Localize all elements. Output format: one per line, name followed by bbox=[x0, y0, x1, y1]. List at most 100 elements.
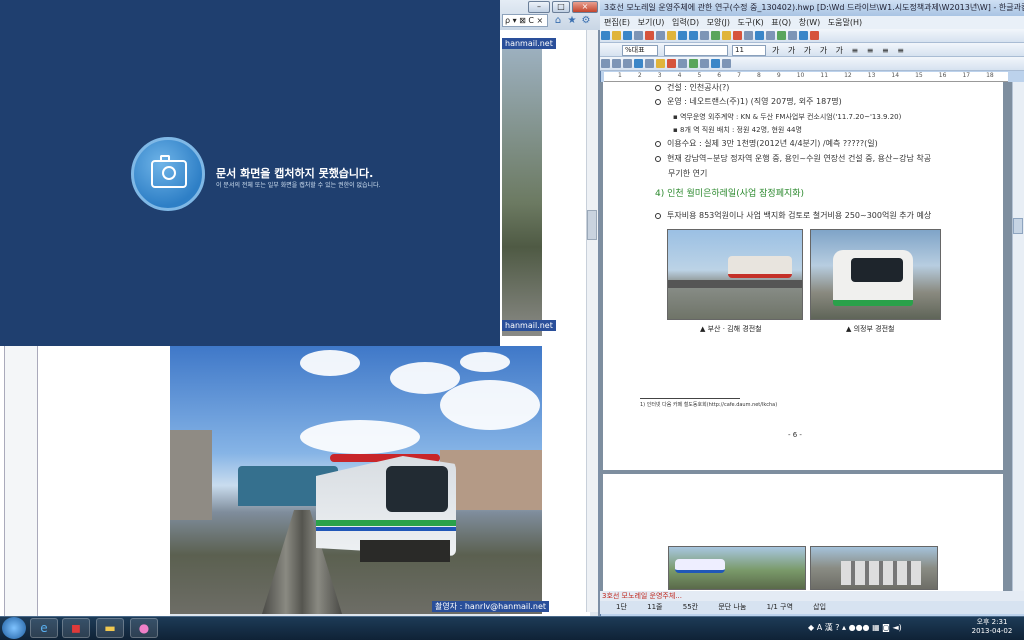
redo-icon[interactable] bbox=[689, 31, 698, 40]
menu-view[interactable]: 보기(U) bbox=[638, 18, 665, 27]
doc-text: 역무운영 외주계약 : KN & 두산 FM사업부 컨소시엄('11.7.20~… bbox=[679, 113, 902, 121]
system-tray[interactable]: ◆ A 漢 ? ▴ ●●● ▦ ◙ ◄) bbox=[808, 620, 902, 636]
watermark-top: hanmail.net bbox=[502, 38, 556, 49]
train-thumbnail bbox=[675, 559, 725, 573]
tool-icon[interactable] bbox=[777, 31, 786, 40]
photo-caption: ▲ 부산 · 김해 경전철 bbox=[700, 325, 762, 333]
gear-icon[interactable]: ⚙ bbox=[580, 14, 592, 27]
ruler-mark: 18 bbox=[986, 72, 994, 79]
tool-icon[interactable] bbox=[810, 31, 819, 40]
menu-window[interactable]: 창(W) bbox=[799, 18, 821, 27]
status-line: 11줄 bbox=[647, 603, 663, 611]
app-red-icon[interactable]: ◼ bbox=[62, 618, 90, 638]
building bbox=[170, 430, 212, 520]
ruler-mark: 1 bbox=[618, 72, 622, 79]
menu-table[interactable]: 표(Q) bbox=[771, 18, 791, 27]
page7-photo-right bbox=[810, 546, 938, 590]
image-icon[interactable] bbox=[722, 31, 731, 40]
clock[interactable]: 오후 2:31 2013-04-02 bbox=[970, 618, 1014, 636]
menu-tools[interactable]: 도구(K) bbox=[738, 18, 764, 27]
shape-icon[interactable] bbox=[744, 31, 753, 40]
address-bar[interactable]: ρ ▾ ⊠ C × bbox=[502, 14, 548, 27]
doc-subline: ▪ 8개 역 직원 배치 : 정원 42명, 현원 44명 bbox=[673, 126, 802, 134]
cut-icon[interactable] bbox=[645, 31, 654, 40]
tool-icon[interactable] bbox=[788, 31, 797, 40]
doc-text: 건설 : 인천공사(?) bbox=[667, 83, 730, 92]
doc-line: 투자비용 853억원이나 사업 백지화 검토로 철거비용 250~300억원 추… bbox=[655, 210, 931, 221]
messenger-icon[interactable]: ● bbox=[130, 618, 158, 638]
browser-scroll-thumb[interactable] bbox=[587, 210, 597, 240]
ruler-mark: 12 bbox=[844, 72, 852, 79]
zoom-icon[interactable] bbox=[755, 31, 764, 40]
open-icon[interactable] bbox=[612, 31, 621, 40]
polygon-icon[interactable] bbox=[645, 59, 654, 68]
browser-scrollbar[interactable] bbox=[586, 30, 598, 612]
document-scroll-thumb[interactable] bbox=[1013, 218, 1023, 234]
clock-time: 오후 2:31 bbox=[976, 618, 1008, 626]
uijeongbu-photo bbox=[810, 229, 941, 320]
arc-icon[interactable] bbox=[634, 59, 643, 68]
cloud bbox=[440, 380, 540, 430]
rect-icon[interactable] bbox=[612, 59, 621, 68]
ellipse-icon[interactable] bbox=[623, 59, 632, 68]
status-section: 1단 bbox=[616, 603, 627, 611]
doc-line: 건설 : 인천공사(?) bbox=[655, 82, 729, 93]
horizontal-ruler[interactable]: 1 2 3 4 5 6 7 8 9 10 11 12 13 14 15 16 17 18 bbox=[604, 72, 1008, 82]
tool-icon[interactable] bbox=[678, 59, 687, 68]
tool-icon[interactable] bbox=[722, 59, 731, 68]
photo-caption: ▲ 의정부 경전철 bbox=[846, 325, 895, 333]
favorites-star-icon[interactable]: ★ bbox=[566, 14, 578, 27]
tool-icon[interactable] bbox=[766, 31, 775, 40]
document-tab[interactable]: 3호선 모노레일 운영주체... bbox=[600, 591, 1024, 601]
document-scrollbar[interactable] bbox=[1012, 82, 1024, 598]
font-size-select[interactable]: 11 bbox=[732, 45, 766, 56]
page-number: - 6 - bbox=[788, 431, 802, 439]
menu-edit[interactable]: 편집(E) bbox=[604, 18, 630, 27]
line-icon[interactable] bbox=[601, 59, 610, 68]
copy-icon[interactable] bbox=[656, 31, 665, 40]
busan-gimhae-photo bbox=[667, 229, 803, 320]
new-icon[interactable] bbox=[601, 31, 610, 40]
train-windshield bbox=[851, 258, 903, 282]
fill-icon[interactable] bbox=[667, 59, 676, 68]
tool-icon[interactable] bbox=[700, 59, 709, 68]
undo-icon[interactable] bbox=[678, 31, 687, 40]
menu-format[interactable]: 모양(J) bbox=[707, 18, 730, 27]
maximize-button[interactable]: □ bbox=[552, 1, 570, 13]
tool-icon[interactable] bbox=[799, 31, 808, 40]
menu-help[interactable]: 도움말(H) bbox=[828, 18, 862, 27]
folder-icon[interactable]: ▬ bbox=[96, 618, 124, 638]
hwp-menu-bar: 편집(E) 보기(U) 입력(D) 모양(J) 도구(K) 표(Q) 창(W) … bbox=[600, 16, 1024, 29]
close-button[interactable]: × bbox=[572, 1, 598, 13]
start-button[interactable] bbox=[2, 617, 26, 639]
table-icon[interactable] bbox=[711, 31, 720, 40]
internet-explorer-icon[interactable]: e bbox=[30, 618, 58, 638]
chart-icon[interactable] bbox=[733, 31, 742, 40]
status-bar: 1단 11줄 55칸 문단 나눔 1/1 구역 삽입 bbox=[600, 601, 1024, 614]
paste-icon[interactable] bbox=[667, 31, 676, 40]
tool-icon[interactable] bbox=[711, 59, 720, 68]
tool-icon[interactable] bbox=[689, 59, 698, 68]
menu-insert[interactable]: 입력(D) bbox=[672, 18, 699, 27]
ruler-mark: 3 bbox=[657, 72, 662, 79]
format-buttons[interactable]: 가 가 가 가 가 ≡ ≡ ≡ ≡ bbox=[772, 45, 907, 56]
ruler-mark: 8 bbox=[757, 72, 761, 79]
ruler-mark: 13 bbox=[867, 72, 876, 79]
textbox-icon[interactable] bbox=[656, 59, 665, 68]
train-stripe-blue bbox=[316, 527, 456, 531]
train-stripe-green bbox=[316, 520, 456, 526]
minimize-button[interactable]: – bbox=[528, 1, 550, 13]
print-icon[interactable] bbox=[634, 31, 643, 40]
home-icon[interactable]: ⌂ bbox=[552, 14, 564, 27]
status-mode[interactable]: 삽입 bbox=[813, 603, 826, 611]
status-zone: 1/1 구역 bbox=[766, 603, 793, 611]
style-select[interactable]: %대표 bbox=[622, 45, 658, 56]
ruler-mark: 6 bbox=[717, 72, 722, 79]
find-icon[interactable] bbox=[700, 31, 709, 40]
ruler-mark: 2 bbox=[637, 72, 642, 79]
font-select[interactable] bbox=[664, 45, 728, 56]
save-icon[interactable] bbox=[623, 31, 632, 40]
page7-photo-left bbox=[668, 546, 806, 590]
footnote: 1) 인터넷 다음 카페 철도동호회(http://cafe.daum.net/… bbox=[640, 402, 778, 408]
side-frame bbox=[4, 346, 38, 616]
